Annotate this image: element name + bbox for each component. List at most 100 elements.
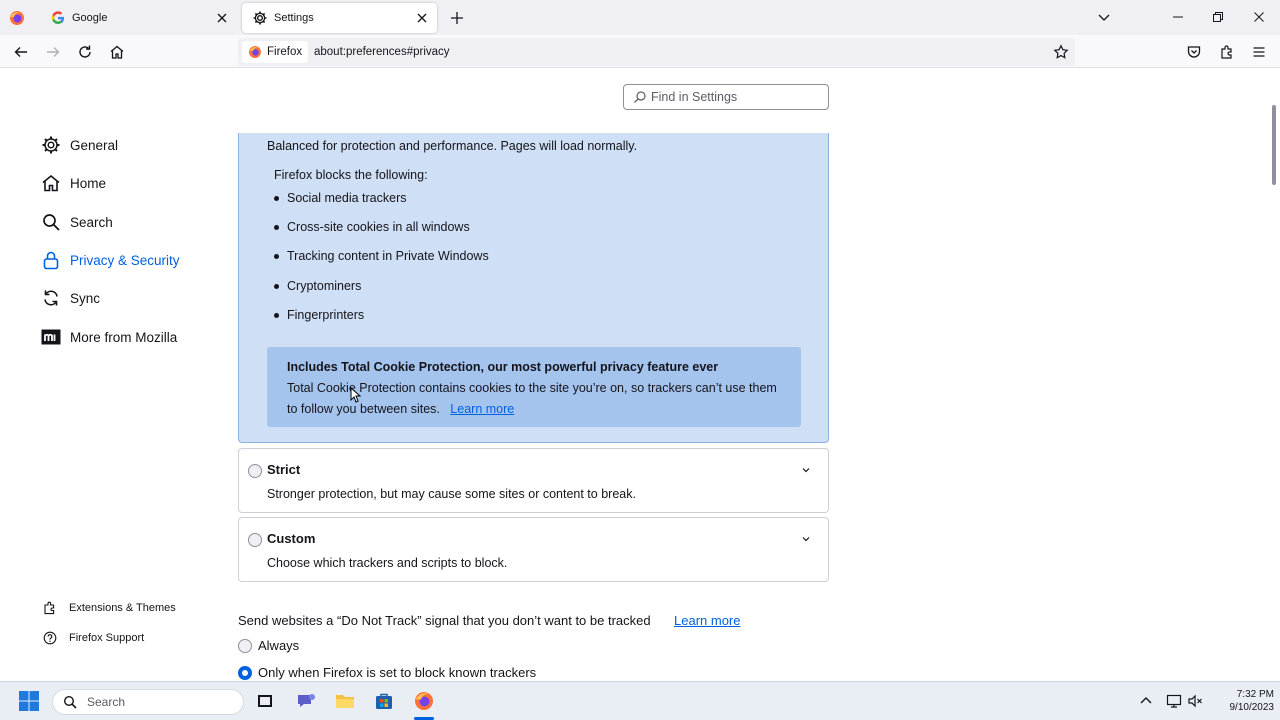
category-search[interactable]: Search — [40, 210, 113, 234]
clock-date: 9/10/2023 — [1229, 702, 1275, 713]
page-scrollbar[interactable] — [1272, 105, 1276, 185]
bookmark-star-icon[interactable] — [1053, 44, 1069, 60]
taskbar-search-box[interactable]: Search — [52, 689, 244, 715]
menu-icon[interactable] — [1248, 41, 1270, 63]
firefox-logo-icon — [248, 45, 262, 59]
home-icon[interactable] — [106, 41, 128, 63]
dnt-always-option[interactable]: Always — [238, 638, 299, 653]
mozilla-icon — [40, 326, 62, 348]
custom-radio[interactable] — [248, 533, 262, 547]
chevron-down-icon[interactable] — [800, 464, 812, 476]
volume-muted-icon[interactable] — [1187, 693, 1203, 709]
blocked-item-label: Cryptominers — [287, 279, 362, 293]
footer-link-label: Firefox Support — [69, 632, 145, 644]
blocks-heading: Firefox blocks the following: — [274, 168, 428, 182]
windows-start-icon[interactable] — [17, 689, 41, 713]
dnt-option-label: Only when Firefox is set to block known … — [258, 665, 537, 680]
category-label: Home — [70, 175, 107, 191]
radio-button-selected[interactable] — [238, 665, 252, 680]
forward-icon[interactable] — [42, 41, 64, 63]
list-item: Social media trackers — [274, 191, 407, 205]
category-label: Privacy & Security — [70, 252, 180, 268]
strict-option-card[interactable]: Strict Stronger protection, but may caus… — [238, 448, 829, 513]
restore-icon[interactable] — [1206, 6, 1230, 28]
radio-button[interactable] — [238, 638, 252, 653]
firefox-support-link[interactable]: Firefox Support — [43, 629, 144, 647]
url-bar[interactable]: Firefox about:preferences#privacy — [238, 38, 1075, 66]
identity-box[interactable]: Firefox — [242, 41, 309, 63]
reload-icon[interactable] — [74, 41, 96, 63]
extensions-icon[interactable] — [1216, 41, 1238, 63]
dnt-option-label: Always — [258, 638, 300, 653]
custom-option-card[interactable]: Custom Choose which trackers and scripts… — [238, 517, 829, 582]
category-label: More from Mozilla — [70, 329, 178, 345]
category-more-from-mozilla[interactable]: More from Mozilla — [40, 325, 177, 349]
find-placeholder: Find in Settings — [651, 90, 738, 104]
navigation-toolbar: Firefox about:preferences#privacy — [0, 35, 1280, 68]
url-text: about:preferences#privacy — [314, 46, 450, 58]
category-sync[interactable]: Sync — [40, 286, 100, 310]
bullet-icon — [274, 312, 279, 318]
microsoft-store-icon[interactable] — [372, 689, 396, 713]
gear-icon — [252, 10, 268, 26]
minimize-icon[interactable] — [1166, 6, 1190, 28]
list-item: Cryptominers — [274, 279, 361, 293]
blocked-item-label: Social media trackers — [287, 191, 407, 205]
bullet-icon — [274, 224, 279, 230]
teams-chat-icon[interactable] — [294, 689, 318, 713]
puzzle-icon — [43, 601, 57, 615]
bullet-icon — [274, 195, 279, 201]
file-explorer-icon[interactable] — [333, 689, 357, 713]
extensions-themes-link[interactable]: Extensions & Themes — [43, 599, 176, 617]
tcp-title: Includes Total Cookie Protection, our mo… — [287, 360, 719, 374]
new-tab-icon[interactable] — [449, 10, 465, 26]
strict-radio[interactable] — [248, 464, 262, 478]
tab-label: Google — [72, 12, 108, 24]
category-privacy[interactable]: Privacy & Security — [40, 248, 180, 272]
tab-google[interactable]: Google — [40, 3, 237, 33]
blocked-item-label: Cross-site cookies in all windows — [287, 220, 470, 234]
bullet-icon — [274, 253, 279, 259]
dnt-learn-more-link[interactable]: Learn more — [674, 613, 740, 628]
tcp-learn-more-link[interactable]: Learn more — [450, 402, 514, 416]
lock-icon — [40, 249, 62, 271]
task-view-icon[interactable] — [253, 689, 277, 713]
close-window-icon[interactable] — [1247, 6, 1271, 28]
standard-description: Balanced for protection and performance.… — [267, 139, 638, 153]
do-not-track-label: Send websites a “Do Not Track” signal th… — [238, 613, 651, 628]
dnt-known-trackers-option[interactable]: Only when Firefox is set to block known … — [238, 665, 536, 680]
search-icon — [63, 695, 77, 709]
category-home[interactable]: Home — [40, 171, 106, 195]
close-tab-icon[interactable] — [215, 11, 229, 25]
standard-protection-card[interactable]: Balanced for protection and performance.… — [238, 133, 829, 443]
bullet-icon — [274, 283, 279, 289]
list-all-tabs-icon[interactable] — [1092, 6, 1116, 28]
pocket-icon[interactable] — [1183, 41, 1205, 63]
gear-icon — [40, 134, 62, 156]
category-label: Search — [70, 214, 113, 230]
firefox-view-icon[interactable] — [8, 9, 26, 27]
footer-link-label: Extensions & Themes — [69, 602, 176, 614]
category-general[interactable]: General — [40, 133, 118, 157]
taskbar-search-placeholder: Search — [87, 695, 126, 709]
firefox-taskbar-icon[interactable] — [412, 689, 436, 713]
google-icon — [50, 10, 66, 26]
list-item: Tracking content in Private Windows — [274, 249, 489, 263]
list-item: Fingerprinters — [274, 308, 364, 322]
find-in-settings-input[interactable]: Find in Settings — [623, 84, 829, 110]
total-cookie-protection-box: Includes Total Cookie Protection, our mo… — [267, 347, 801, 427]
tab-settings[interactable]: Settings — [242, 3, 437, 33]
back-icon[interactable] — [10, 41, 32, 63]
tab-strip: Google Settings — [0, 0, 1280, 35]
system-clock[interactable]: 7:32 PM 9/10/2023 — [1210, 688, 1275, 714]
blocked-item-label: Tracking content in Private Windows — [287, 249, 489, 263]
close-tab-icon[interactable] — [415, 11, 429, 25]
mouse-cursor-icon — [350, 387, 362, 403]
identity-label: Firefox — [267, 46, 303, 58]
help-icon — [43, 631, 57, 645]
category-label: General — [70, 137, 119, 153]
chevron-down-icon[interactable] — [800, 533, 812, 545]
network-icon[interactable] — [1166, 693, 1182, 709]
chevron-up-icon[interactable] — [1138, 693, 1154, 709]
category-label: Sync — [70, 290, 101, 306]
